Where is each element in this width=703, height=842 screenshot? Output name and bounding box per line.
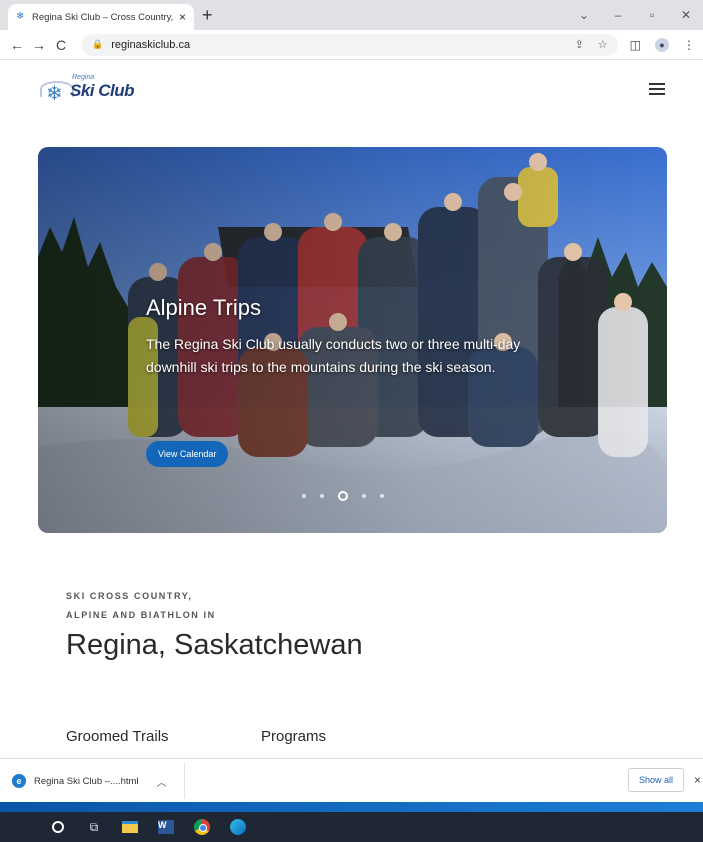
new-tab-button[interactable]: + <box>202 5 213 25</box>
file-explorer-icon[interactable] <box>122 819 138 835</box>
toolbar-icons: ◫ ● ⋮ <box>630 37 697 52</box>
word-icon[interactable]: W <box>158 819 174 835</box>
programs-link[interactable]: Programs <box>261 728 326 745</box>
carousel-dot[interactable] <box>302 494 306 498</box>
carousel-dot-active[interactable] <box>338 491 348 501</box>
site-logo[interactable]: ❄ Regina Ski Club <box>38 73 138 109</box>
maximize-icon[interactable]: ▫ <box>635 8 669 22</box>
chevron-down-icon[interactable]: ⌄ <box>567 8 601 22</box>
address-bar[interactable]: 🔒 reginaskiclub.ca ⇪ ☆ <box>82 33 618 56</box>
web-page: ❄ Regina Ski Club Alpine Trips The Regin… <box>0 61 703 758</box>
edge-icon[interactable] <box>230 819 246 835</box>
divider <box>184 763 185 799</box>
star-icon[interactable]: ☆ <box>598 38 608 51</box>
hero-title: Alpine Trips <box>146 295 261 320</box>
taskbar: ⧉ W <box>0 812 703 842</box>
close-icon[interactable]: ✕ <box>669 8 703 22</box>
snowflake-icon: ❄ <box>46 83 63 105</box>
logo-text: Ski Club <box>70 81 135 100</box>
view-calendar-button[interactable]: View Calendar <box>146 441 229 467</box>
carousel-dot[interactable] <box>320 494 324 498</box>
lock-icon[interactable]: 🔒 <box>92 39 103 50</box>
logo-small-text: Regina <box>72 74 95 81</box>
carousel-dots <box>302 491 384 501</box>
hamburger-menu-icon[interactable] <box>649 83 665 95</box>
close-icon[interactable]: × <box>694 773 701 787</box>
browser-tab[interactable]: ❄ Regina Ski Club – Cross Country, × <box>8 4 194 30</box>
tab-title: Regina Ski Club – Cross Country, <box>32 11 173 23</box>
reload-icon[interactable]: C <box>50 37 72 53</box>
page-headline: Regina, Saskatchewan <box>66 629 363 661</box>
logo-text-wrap: Regina Ski Club <box>70 74 135 101</box>
url-text[interactable]: reginaskiclub.ca <box>111 39 190 51</box>
sidebar-icon[interactable]: ◫ <box>630 38 641 52</box>
desktop-background-strip <box>0 802 703 812</box>
search-icon[interactable] <box>50 819 66 835</box>
arrow-right-icon[interactable]: → <box>28 37 50 53</box>
carousel-dot[interactable] <box>362 494 366 498</box>
omnibox-actions: ⇪ ☆ <box>575 38 608 51</box>
browser-tab-strip: ❄ Regina Ski Club – Cross Country, × + ⌄… <box>0 0 703 30</box>
download-bar: e Regina Ski Club –....html ︿ Show all × <box>0 758 703 802</box>
chrome-icon[interactable] <box>194 819 210 835</box>
download-item[interactable]: e Regina Ski Club –....html ︿ <box>12 769 167 793</box>
section-kicker: SKI CROSS COUNTRY, ALPINE AND BIATHLON I… <box>66 587 216 625</box>
chevron-up-icon[interactable]: ︿ <box>157 774 167 789</box>
hero-carousel: Alpine Trips The Regina Ski Club usually… <box>38 147 667 533</box>
kicker-line-2: ALPINE AND BIATHLON IN <box>66 610 216 620</box>
carousel-dot[interactable] <box>380 494 384 498</box>
groomed-trails-link[interactable]: Groomed Trails <box>66 728 169 745</box>
arrow-left-icon[interactable]: ← <box>6 37 28 53</box>
screen: ❄ Regina Ski Club – Cross Country, × + ⌄… <box>0 0 703 842</box>
logo-emblem: ❄ <box>38 76 74 106</box>
snowflake-icon: ❄ <box>16 11 25 22</box>
profile-icon[interactable]: ● <box>655 37 669 52</box>
task-view-icon[interactable]: ⧉ <box>86 819 102 835</box>
browser-toolbar: ← → C 🔒 reginaskiclub.ca ⇪ ☆ ◫ ● ⋮ <box>0 30 703 60</box>
more-icon[interactable]: ⋮ <box>683 38 695 52</box>
tab-close-button[interactable]: × <box>179 11 186 23</box>
minimize-icon[interactable]: – <box>601 8 635 22</box>
window-controls: ⌄ – ▫ ✕ <box>567 0 703 30</box>
share-icon[interactable]: ⇪ <box>575 38 584 51</box>
show-all-button[interactable]: Show all <box>628 768 685 792</box>
download-file-name[interactable]: Regina Ski Club –....html <box>34 776 139 787</box>
hero-description: The Regina Ski Club usually conducts two… <box>146 336 521 375</box>
kicker-line-1: SKI CROSS COUNTRY, <box>66 591 193 601</box>
edge-file-icon: e <box>12 774 26 788</box>
